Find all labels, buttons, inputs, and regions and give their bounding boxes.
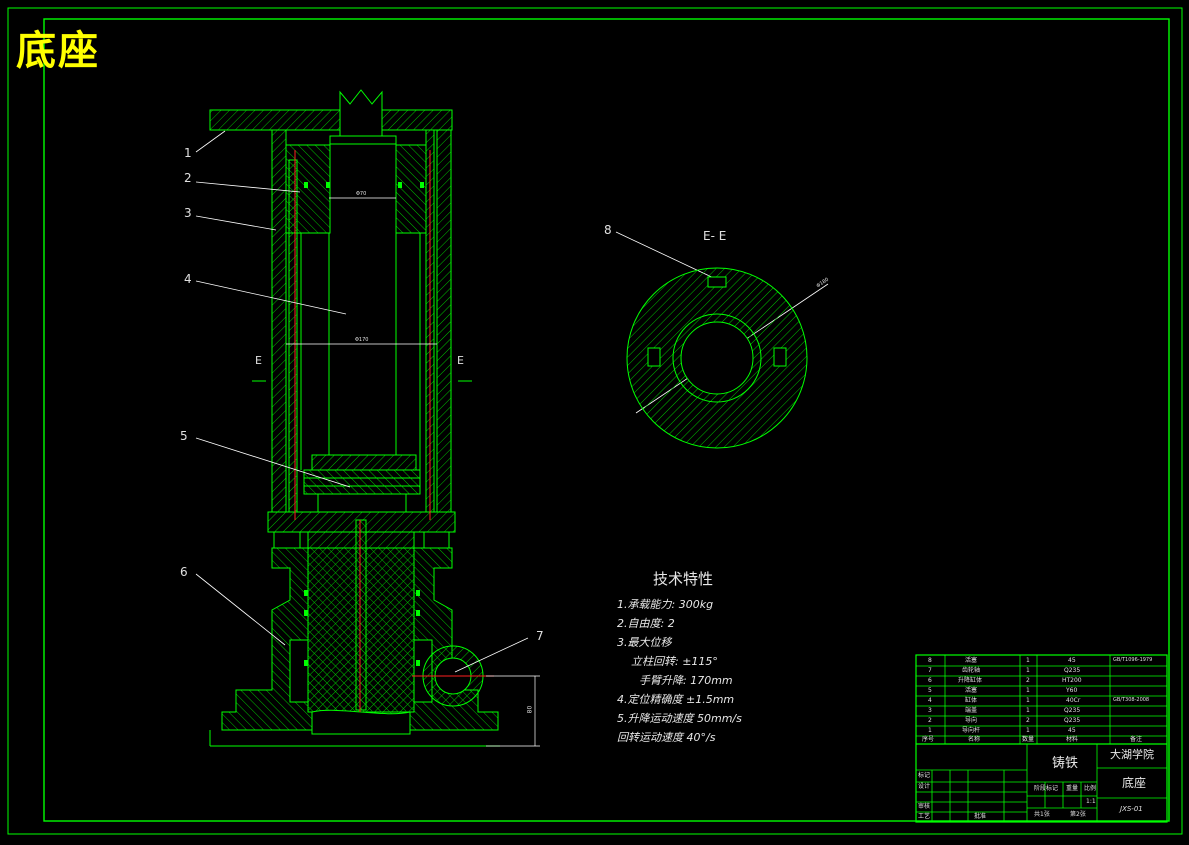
scale-value: 1:1	[1086, 798, 1096, 805]
weight-label: 重量	[1066, 785, 1079, 792]
stage-label: 阶段标记	[1034, 785, 1059, 792]
title-drawing-name: 底座	[1122, 776, 1147, 790]
bom-header-material: 材料	[1066, 736, 1079, 743]
bom-material: 40Cr	[1066, 697, 1081, 704]
bom-material: 45	[1068, 727, 1076, 734]
bom-qty: 2	[1026, 717, 1030, 724]
bom-no: 2	[928, 717, 932, 724]
row-label-design: 设计	[918, 783, 931, 790]
row-label-review: 审核	[918, 803, 931, 810]
bom-material: Q235	[1064, 667, 1081, 674]
bom-note: GB/T1096-1979	[1113, 657, 1153, 663]
bom-no: 5	[928, 687, 932, 694]
bom-qty: 1	[1026, 727, 1030, 734]
bom-material: HT200	[1062, 677, 1082, 684]
sheet-no: 第2张	[1070, 811, 1086, 818]
scale-label: 比例	[1084, 785, 1097, 792]
title-material: 铸铁	[1052, 756, 1079, 771]
bom-qty: 1	[1026, 697, 1030, 704]
bom-name: 齿轮轴	[962, 667, 981, 674]
bom-no: 1	[928, 727, 932, 734]
title-school: 大湖学院	[1110, 748, 1154, 761]
bom-qty: 1	[1026, 667, 1030, 674]
title-drawing-no: JXS-01	[1120, 805, 1143, 813]
bom-qty: 1	[1026, 657, 1030, 664]
bom-name: 缸体	[965, 697, 978, 704]
bom-material: Y60	[1066, 687, 1078, 694]
bom-no: 6	[928, 677, 932, 684]
bom-note: GB/T308-2008	[1113, 697, 1150, 703]
bom-no: 3	[928, 707, 932, 714]
bom-header-name: 名称	[968, 736, 981, 743]
bom-name: 活塞	[965, 687, 978, 694]
bom-material: Q235	[1064, 707, 1081, 714]
bom-name: 端盖	[965, 707, 978, 714]
bom-name: 导向	[965, 717, 978, 724]
bom-qty: 1	[1026, 707, 1030, 714]
bom-header-note: 备注	[1130, 736, 1143, 743]
bom-name: 导向杆	[962, 727, 981, 734]
bom-no: 8	[928, 657, 932, 664]
bom-name: 升降缸体	[958, 677, 983, 684]
bom-material: Q235	[1064, 717, 1081, 724]
approve-label: 批准	[974, 813, 987, 820]
bom-name: 活塞	[965, 657, 978, 664]
row-label-mark: 标记	[918, 772, 931, 779]
bom-qty: 1	[1026, 687, 1030, 694]
sheet-total: 共1张	[1034, 811, 1050, 818]
cad-drawing: 底座 1 2 3 4 5 6 7 8 E- E E E Φ70 Φ170 Φ18…	[0, 0, 1189, 841]
bom-qty: 2	[1026, 677, 1030, 684]
bom-header-no: 序号	[922, 736, 935, 743]
bom-no: 7	[928, 667, 932, 674]
row-label-process: 工艺	[918, 813, 931, 820]
bom-material: 45	[1068, 657, 1076, 664]
bom-header-qty: 数量	[1022, 736, 1035, 743]
title-block-grid	[915, 654, 1168, 823]
bom-no: 4	[928, 697, 932, 704]
